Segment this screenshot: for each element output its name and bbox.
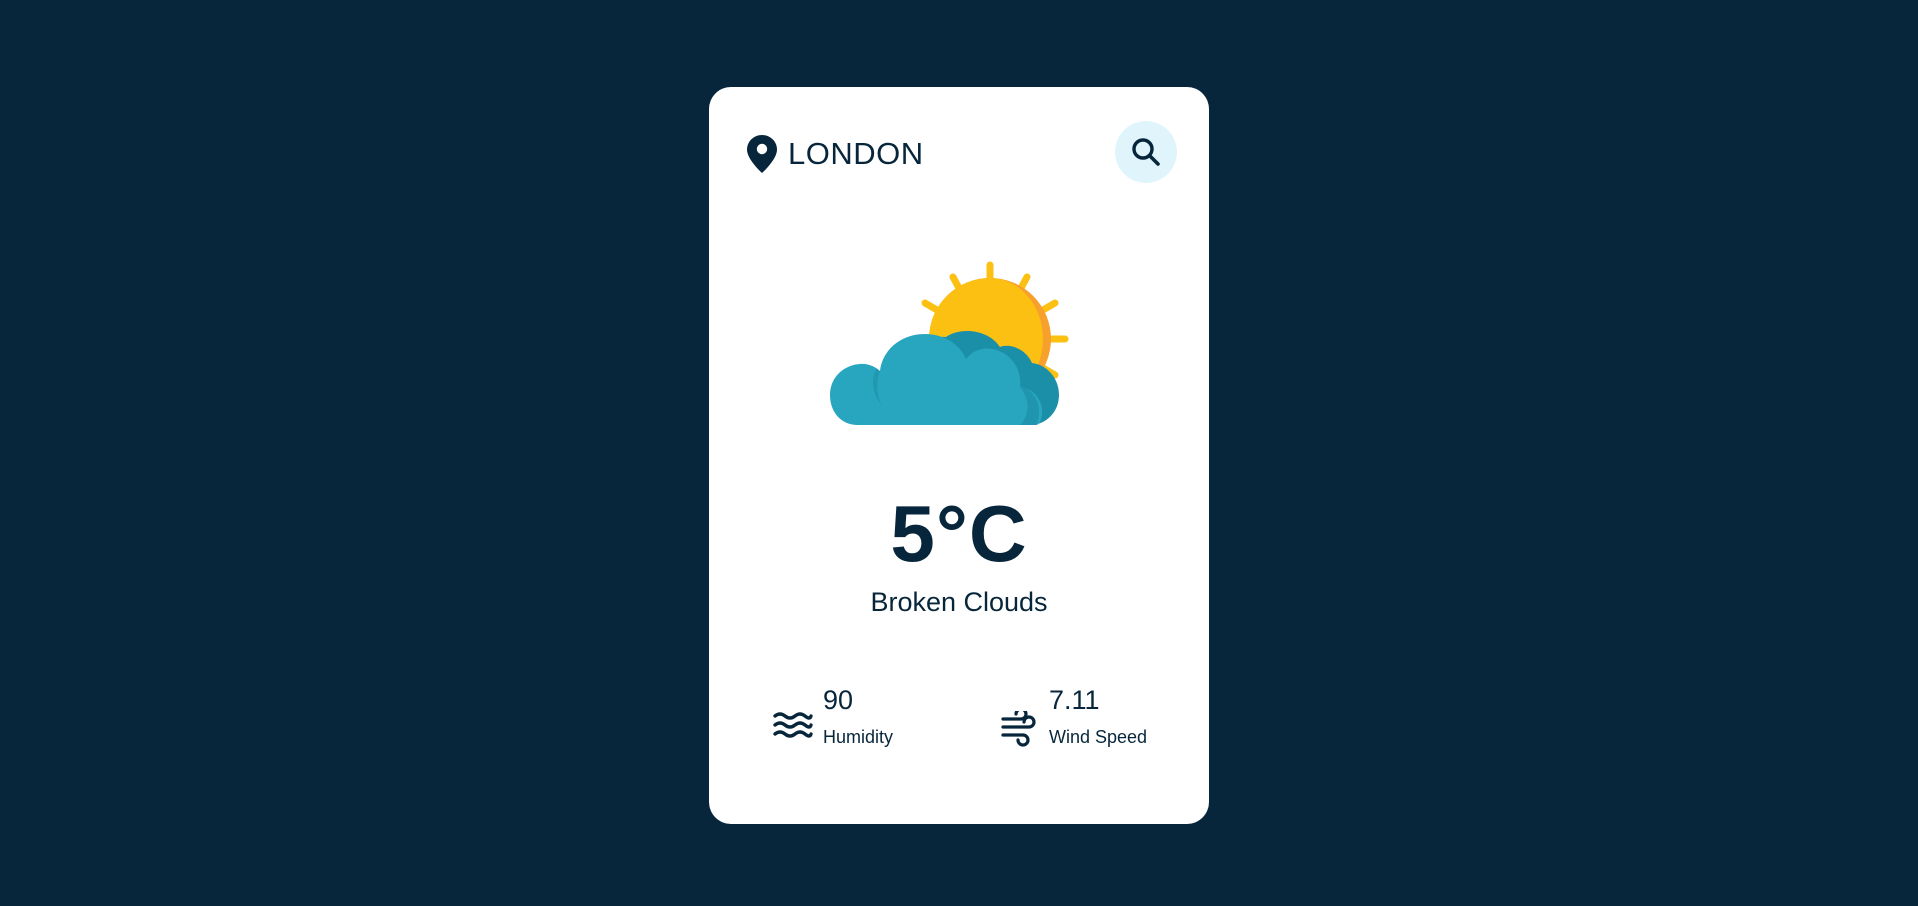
- search-icon: [1132, 138, 1160, 166]
- card-header: LONDON: [747, 121, 1177, 183]
- wind-value: 7.11: [1049, 685, 1100, 715]
- humidity-label: Humidity: [823, 727, 894, 747]
- temperature: 5°C: [890, 489, 1028, 578]
- location-pin-icon: [747, 135, 777, 173]
- waves-icon: [773, 712, 813, 738]
- city-name: LONDON: [788, 136, 924, 171]
- wind-stat: 7.11 Wind Speed: [1001, 685, 1181, 755]
- wind-icon: [1001, 711, 1036, 747]
- humidity-stat: 90 Humidity: [773, 685, 943, 755]
- search-button[interactable]: [1115, 121, 1177, 183]
- weather-description: Broken Clouds: [870, 587, 1048, 617]
- weather-card: LONDON 5°C Broken Clouds 90 Humidity 7.1…: [709, 87, 1209, 824]
- wind-label: Wind Speed: [1049, 727, 1148, 747]
- humidity-value: 90: [823, 685, 854, 715]
- sun-behind-cloud-icon: [830, 261, 1069, 425]
